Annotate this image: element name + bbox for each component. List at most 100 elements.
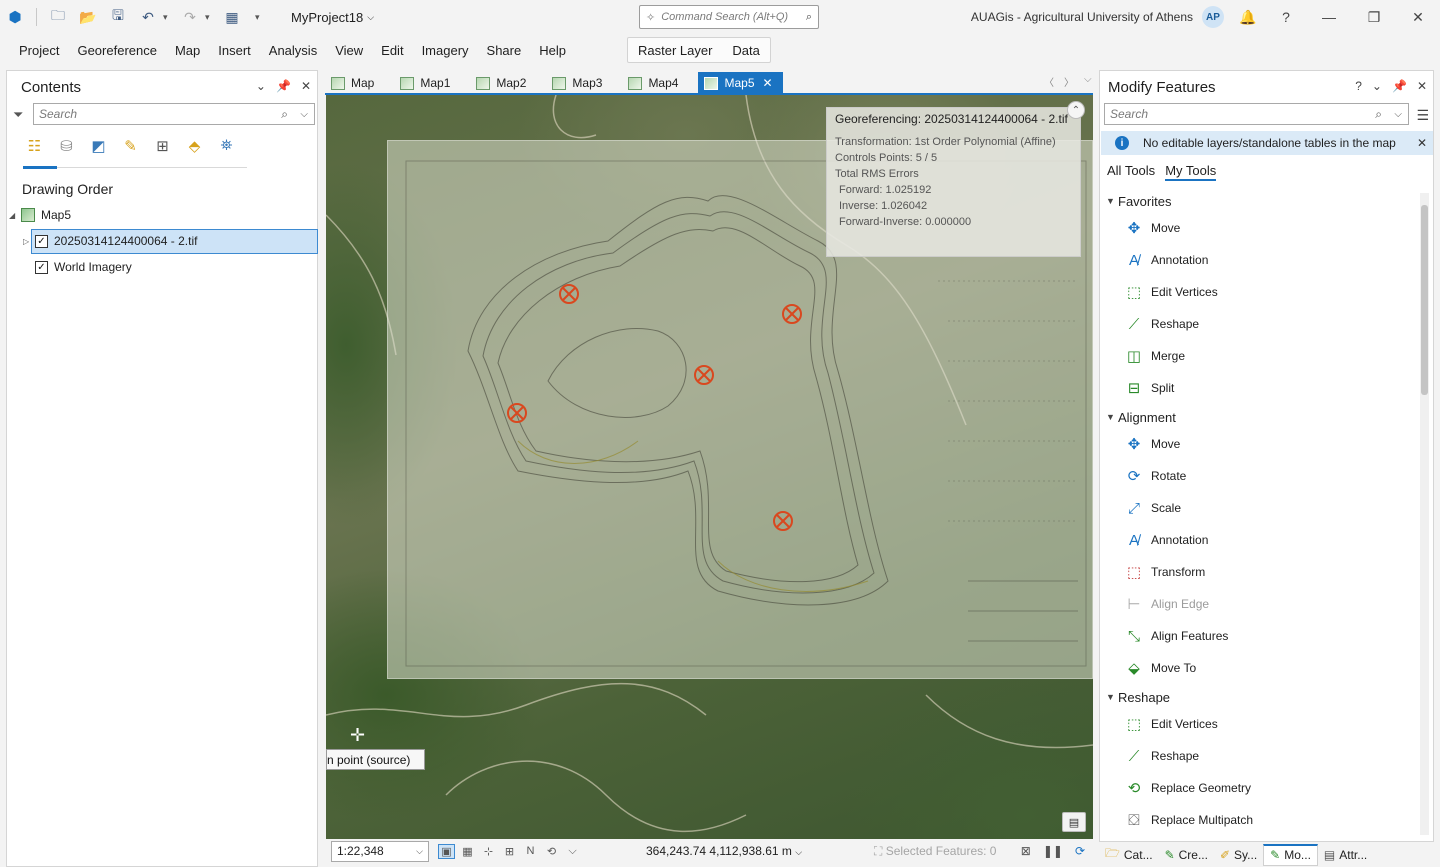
refresh-icon[interactable]: ⟳	[1075, 844, 1085, 858]
control-point-marker[interactable]	[782, 304, 802, 324]
tool-align-features[interactable]: ⤡ Align Features	[1122, 621, 1228, 651]
tab-create-features[interactable]: ✎ Cre...	[1159, 844, 1214, 866]
control-point-marker[interactable]	[559, 284, 579, 304]
grid-icon[interactable]: ▦	[460, 845, 475, 858]
chevron-down-icon[interactable]: ⌵	[565, 845, 580, 858]
open-project-icon[interactable]: 📂	[73, 0, 103, 34]
collapse-triangle-icon[interactable]: ▷	[23, 237, 35, 246]
redo-dropdown-icon[interactable]: ▾	[205, 12, 217, 23]
tab-share[interactable]: Share	[478, 35, 531, 65]
avatar[interactable]: AP	[1202, 6, 1224, 28]
tool-align-edge[interactable]: ⊢ Align Edge	[1122, 589, 1209, 619]
tab-modify-features[interactable]: ✎ Mo...	[1263, 843, 1318, 866]
scrollbar-thumb[interactable]	[1421, 205, 1428, 395]
help-icon[interactable]: ?	[1355, 79, 1362, 93]
coordinate-readout[interactable]: 364,243.74 4,112,938.61 m ⌵	[646, 844, 802, 858]
nav-icon[interactable]: ⊞	[502, 845, 517, 858]
close-window-button[interactable]: ✕	[1407, 6, 1429, 28]
contents-search-input[interactable]: Search ⌕ ⌵	[33, 103, 315, 125]
tool-annotation[interactable]: A̸ Annotation	[1122, 525, 1208, 555]
undo-dropdown-icon[interactable]: ▾	[163, 12, 175, 23]
save-project-icon[interactable]: 🖫	[103, 0, 133, 34]
expand-triangle-icon[interactable]: ◢	[9, 211, 21, 220]
layer-row[interactable]: ✓ World Imagery	[35, 255, 132, 279]
tab-help[interactable]: Help	[530, 35, 575, 65]
editing-icon[interactable]: ✎	[119, 133, 142, 158]
group-favorites[interactable]: ▼ Favorites	[1106, 191, 1171, 211]
tab-map2[interactable]: Map2	[470, 72, 536, 94]
tool-rotate[interactable]: ⟳ Rotate	[1122, 461, 1187, 491]
command-search-input[interactable]: ✧ Command Search (Alt+Q) ⌕	[639, 5, 819, 29]
tool-transform[interactable]: ⬚ Transform	[1122, 557, 1205, 587]
tab-project[interactable]: Project	[10, 35, 68, 65]
tab-map[interactable]: Map	[325, 72, 384, 94]
modify-search-input[interactable]: Search ⌕ ⌵	[1104, 103, 1409, 125]
layer-visibility-checkbox[interactable]: ✓	[35, 260, 48, 274]
drawing-order-icon[interactable]: ☷	[23, 133, 46, 158]
tool-replace-multipatch[interactable]: ⛋ Replace Multipatch	[1122, 805, 1253, 835]
customize-qat-icon[interactable]: ▾	[255, 12, 267, 23]
group-reshape[interactable]: ▼ Reshape	[1106, 687, 1170, 707]
tab-data[interactable]: Data	[722, 38, 769, 62]
notifications-icon[interactable]: 🔔	[1237, 6, 1259, 28]
control-point-marker[interactable]	[507, 403, 527, 423]
data-source-icon[interactable]: ⛁	[55, 133, 78, 158]
close-icon[interactable]: ✕	[1417, 79, 1427, 93]
chevron-down-icon[interactable]: ⌵	[1084, 74, 1092, 89]
filter-icon[interactable]: ⏷	[13, 107, 23, 123]
tab-raster-layer[interactable]: Raster Layer	[628, 38, 722, 62]
scale-selector[interactable]: 1:22,348 ⌵	[331, 840, 429, 862]
pause-drawing-icon[interactable]: ❚❚	[1043, 844, 1063, 858]
tab-symbology[interactable]: ✐ Sy...	[1214, 844, 1263, 866]
map-view[interactable]: Georeferencing: 20250314124400064 - 2.ti…	[326, 95, 1093, 839]
snapping-icon[interactable]: ⊹	[481, 845, 496, 858]
project-name-dropdown[interactable]: MyProject18 ⌵	[291, 10, 374, 25]
chevron-right-icon[interactable]: 〉	[1064, 74, 1074, 89]
help-button[interactable]: ?	[1275, 6, 1297, 28]
labeling-icon[interactable]: ⬘	[183, 133, 206, 158]
minimize-button[interactable]: —	[1318, 6, 1340, 28]
tab-catalog[interactable]: 🗁 Cat...	[1099, 844, 1159, 866]
rotate-icon[interactable]: ⟲	[544, 845, 559, 858]
tab-map5[interactable]: Map5 ✕	[698, 72, 783, 94]
tab-map1[interactable]: Map1	[394, 72, 460, 94]
tab-my-tools[interactable]: My Tools	[1165, 163, 1217, 181]
group-alignment[interactable]: ▼ Alignment	[1106, 407, 1176, 427]
collapse-panel-icon[interactable]: ⌃	[1067, 101, 1085, 119]
control-point-marker[interactable]	[694, 365, 714, 385]
snapping-icon[interactable]: ⊞	[151, 133, 174, 158]
pane-options-icon[interactable]: ⌄	[256, 79, 266, 93]
tool-split[interactable]: ⊟ Split	[1122, 373, 1175, 403]
restore-button[interactable]: ❐	[1363, 6, 1385, 28]
new-project-icon[interactable]: 🗀	[43, 0, 73, 34]
tool-merge[interactable]: ◫ Merge	[1122, 341, 1185, 371]
tab-view[interactable]: View	[326, 35, 372, 65]
close-icon[interactable]: ✕	[1417, 136, 1427, 150]
pane-options-icon[interactable]: ⌄	[1372, 79, 1382, 93]
chevron-left-icon[interactable]: 〈	[1044, 74, 1054, 89]
fixed-extent-icon[interactable]: ▣	[438, 843, 455, 859]
close-tab-icon[interactable]: ✕	[763, 76, 773, 90]
scrollbar[interactable]	[1420, 193, 1429, 835]
redo-icon[interactable]: ↷	[175, 0, 205, 34]
tool-scale[interactable]: ⤢ Scale	[1122, 493, 1181, 523]
tool-edit-vertices[interactable]: ⬚ Edit Vertices	[1122, 277, 1218, 307]
tool-edit-vertices[interactable]: ⬚ Edit Vertices	[1122, 709, 1218, 739]
selection-icon[interactable]: ◩	[87, 133, 110, 158]
tool-move[interactable]: ✥ Move	[1122, 213, 1181, 243]
perspective-imagery-icon[interactable]: ⛯	[215, 133, 238, 158]
tab-edit[interactable]: Edit	[372, 35, 412, 65]
menu-icon[interactable]: ☰	[1416, 107, 1429, 124]
north-arrow-icon[interactable]: N	[523, 845, 538, 858]
tool-reshape[interactable]: ⟋ Reshape	[1122, 309, 1199, 339]
tab-georeference[interactable]: Georeference	[68, 35, 166, 65]
tab-imagery[interactable]: Imagery	[413, 35, 478, 65]
tool-annotation[interactable]: A̸ Annotation	[1122, 245, 1208, 275]
tool-move-to[interactable]: ⬙ Move To	[1122, 653, 1196, 683]
map-node[interactable]: ◢ Map5	[9, 203, 71, 227]
clear-selection-icon[interactable]: ⊠	[1021, 844, 1031, 858]
tool-reshape[interactable]: ⟋ Reshape	[1122, 741, 1199, 771]
pin-icon[interactable]: 📌	[276, 79, 291, 93]
undo-icon[interactable]: ↶	[133, 0, 163, 34]
layer-row[interactable]: ▷ ✓ 20250314124400064 - 2.tif	[23, 229, 197, 253]
